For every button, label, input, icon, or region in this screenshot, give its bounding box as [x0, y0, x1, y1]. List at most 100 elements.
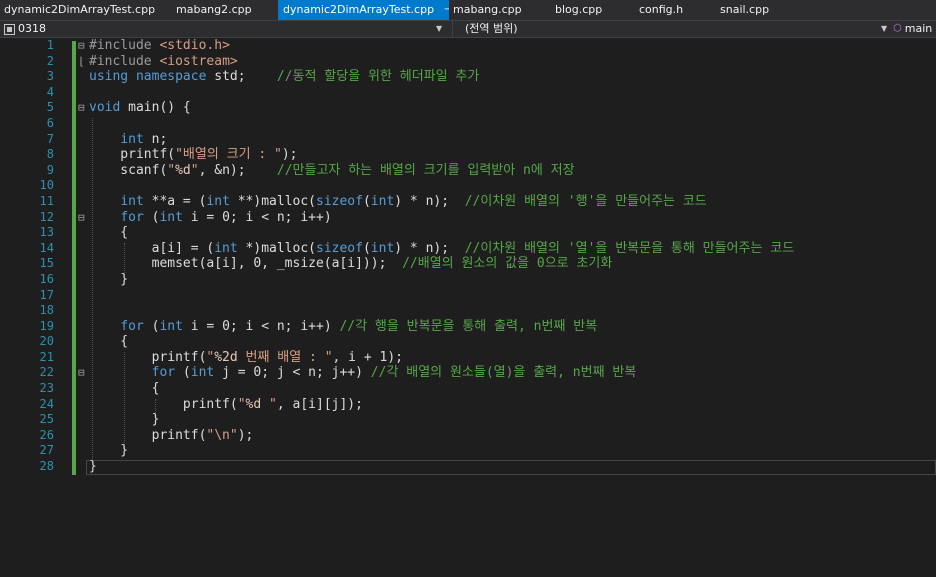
- code-line[interactable]: 15 memset(a[i], 0, _msize(a[i])); //배열의 …: [0, 256, 936, 272]
- code-token: int: [370, 240, 395, 256]
- code-token: (: [175, 365, 191, 381]
- code-token: }: [89, 412, 160, 428]
- line-number: 18: [39, 303, 54, 318]
- line-number: 12: [39, 209, 54, 224]
- code-line[interactable]: 17: [0, 288, 936, 304]
- code-line[interactable]: 16 }: [0, 272, 936, 288]
- code-token: ) * n);: [394, 193, 465, 209]
- line-number: 16: [39, 271, 54, 286]
- fold-toggle-icon[interactable]: ⊟: [78, 210, 88, 226]
- code-line[interactable]: 1 ⊟ #include <stdio.h>: [0, 38, 936, 54]
- code-token: sizeof: [316, 240, 363, 256]
- member-dropdown[interactable]: ⬡ main: [893, 21, 936, 37]
- line-number: 5: [46, 100, 54, 115]
- code-token: printf(: [89, 396, 238, 412]
- code-line[interactable]: 6: [0, 116, 936, 132]
- code-token: "배열의 크기 : ": [175, 147, 282, 163]
- scope-label: (전역 범위): [465, 22, 518, 35]
- code-text: {: [89, 334, 128, 350]
- code-token: //각 배열의 원소들(열)을 출력, n번째 반복: [370, 365, 637, 381]
- line-number: 23: [39, 381, 54, 396]
- code-token: , i + 1);: [332, 349, 403, 365]
- code-line[interactable]: 4: [0, 85, 936, 101]
- code-line[interactable]: 18: [0, 303, 936, 319]
- code-text: int n;: [89, 132, 167, 148]
- tab-blog[interactable]: blog.cpp: [551, 0, 635, 20]
- tab-dynamic2dimarraytest-active[interactable]: dynamic2DimArrayTest.cpp ⊸ ✕: [278, 0, 449, 20]
- code-line[interactable]: 25 }: [0, 412, 936, 428]
- code-line[interactable]: 26 printf("\n");: [0, 428, 936, 444]
- scope-dropdown[interactable]: (전역 범위) ▼: [452, 21, 892, 37]
- fold-toggle-icon[interactable]: ⊟: [78, 38, 88, 54]
- code-token: //각 행을 반복문을 통해 출력, n번째 반복: [339, 318, 598, 334]
- code-token: i = 0; i < n; i++): [182, 318, 340, 334]
- code-line[interactable]: 2 ⌊ #include <iostream>: [0, 54, 936, 70]
- code-line[interactable]: 23 {: [0, 381, 936, 397]
- code-token: int: [370, 193, 395, 209]
- project-dropdown[interactable]: 0318 ▼: [0, 21, 450, 37]
- code-token: (: [143, 209, 160, 225]
- code-text: a[i] = (int *)malloc(sizeof(int) * n); /…: [89, 240, 795, 257]
- code-line[interactable]: 10: [0, 178, 936, 194]
- code-line[interactable]: 28}: [0, 459, 936, 475]
- code-text: for (int j = 0; j < n; j++) //각 배열의 원소들(…: [89, 365, 637, 381]
- tab-label: dynamic2DimArrayTest.cpp: [4, 3, 156, 16]
- code-token: }: [89, 443, 129, 459]
- code-token: //배열의 원소의 값을 0으로 초기화: [402, 256, 613, 272]
- code-line[interactable]: 22 ⊟ for (int j = 0; j < n; j++) //각 배열의 …: [0, 365, 936, 381]
- tab-dynamic2dimarraytest-1[interactable]: dynamic2DimArrayTest.cpp: [0, 0, 172, 20]
- code-line[interactable]: 5 ⊟ void main() {: [0, 100, 936, 116]
- tab-mabang2[interactable]: mabang2.cpp: [172, 0, 278, 20]
- code-token: printf(: [89, 147, 176, 163]
- code-token: memset(a[i], 0, _msize(a[i]));: [89, 256, 403, 272]
- code-token: ": [237, 396, 246, 412]
- code-token: int: [120, 193, 144, 209]
- code-token: %d: [175, 162, 191, 178]
- code-line[interactable]: 27 }: [0, 443, 936, 459]
- code-token: int: [190, 365, 215, 381]
- code-token: for: [120, 318, 144, 334]
- fold-toggle-icon[interactable]: ⊟: [78, 100, 88, 116]
- line-number: 2: [46, 53, 54, 68]
- code-token: for: [151, 365, 176, 381]
- code-line[interactable]: 20 {: [0, 334, 936, 350]
- line-number: 20: [39, 334, 54, 349]
- code-token: void: [89, 100, 121, 116]
- code-text: #include <stdio.h>: [89, 38, 230, 54]
- code-line[interactable]: 21 printf("%2d 번째 배열 : ", i + 1);: [0, 350, 936, 366]
- code-line[interactable]: 12 ⊟ for (int i = 0; i < n; i++): [0, 210, 936, 226]
- code-text: for (int i = 0; i < n; i++) //각 행을 반복문을 …: [89, 319, 597, 335]
- code-token: <iostream>: [159, 53, 238, 69]
- code-token: ) * n);: [394, 240, 465, 256]
- code-editor[interactable]: 1 ⊟ #include <stdio.h> 2 ⌊ #include <iostream…: [0, 38, 936, 577]
- tab-snail[interactable]: snail.cpp: [716, 0, 806, 20]
- code-line[interactable]: 11 int **a = (int **)malloc(sizeof(int) …: [0, 194, 936, 210]
- code-line[interactable]: 3 using namespace std; //동적 할당을 위한 헤더파일 추…: [0, 69, 936, 85]
- fold-toggle-icon[interactable]: ⊟: [78, 365, 88, 381]
- code-line[interactable]: 9 scanf("%d", &n); //만들고자 하는 배열의 크기를 입력받…: [0, 163, 936, 179]
- tab-config[interactable]: config.h: [635, 0, 716, 20]
- code-line[interactable]: 19 for (int i = 0; i < n; i++) //각 행을 반복…: [0, 319, 936, 335]
- code-line[interactable]: 13 {: [0, 225, 936, 241]
- code-line[interactable]: 7 int n;: [0, 132, 936, 148]
- line-number: 27: [39, 443, 54, 458]
- tab-mabang[interactable]: mabang.cpp: [449, 0, 551, 20]
- line-number: 7: [46, 131, 54, 146]
- line-number: 17: [39, 287, 54, 302]
- code-line[interactable]: 8 printf("배열의 크기 : ");: [0, 147, 936, 163]
- code-token: %2d: [214, 349, 238, 365]
- code-line[interactable]: 24 printf("%d ", a[i][j]);: [0, 397, 936, 413]
- code-text: }: [89, 272, 128, 288]
- code-token: %d: [245, 396, 262, 412]
- code-line[interactable]: 14 a[i] = (int *)malloc(sizeof(int) * n)…: [0, 241, 936, 257]
- code-token: *)malloc(: [237, 240, 316, 256]
- code-token: n;: [143, 131, 168, 147]
- code-token: int: [159, 318, 183, 334]
- fold-toggle-icon[interactable]: ⌊: [78, 54, 88, 70]
- code-token: printf(: [89, 427, 207, 443]
- line-number: 14: [39, 240, 54, 255]
- tab-label: dynamic2DimArrayTest.cpp: [283, 3, 435, 16]
- code-token: int: [206, 193, 230, 209]
- line-number: 22: [39, 365, 54, 380]
